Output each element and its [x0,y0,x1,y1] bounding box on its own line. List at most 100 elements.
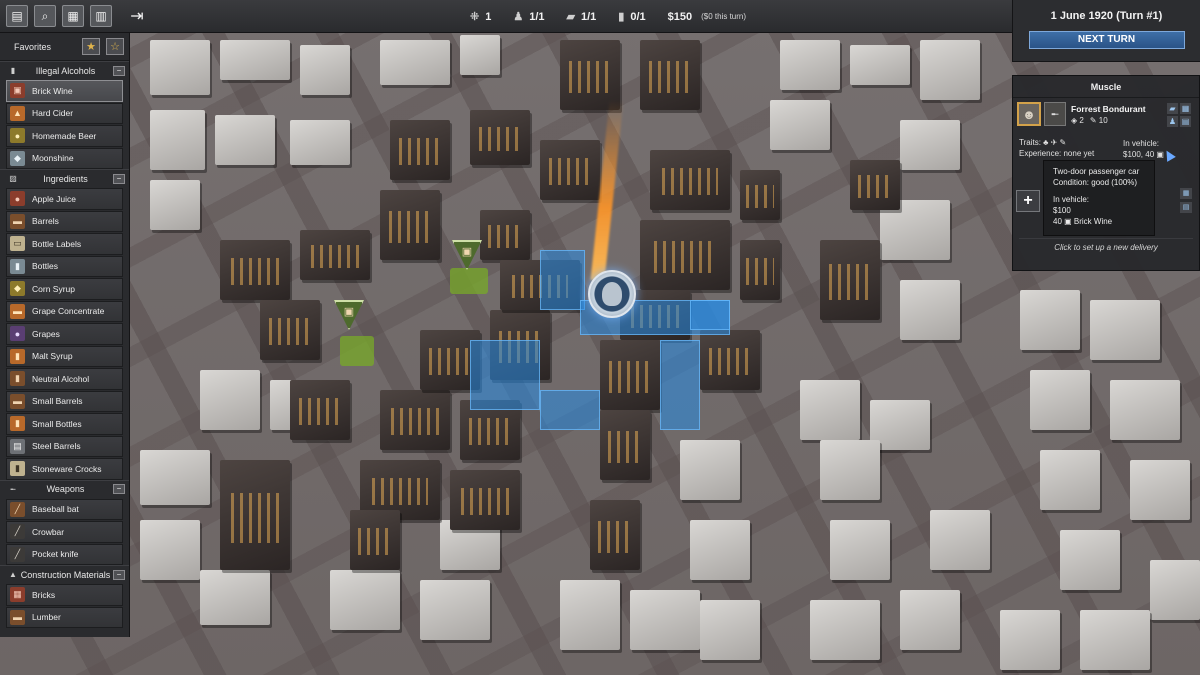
resource-stats: ⁜ 1 ♟ 1/1 ▰ 1/1 ▮ 0/1 $150 ($0 this turn… [470,0,746,33]
character-portrait-icon[interactable]: ☻ [1017,102,1041,126]
sidebar-item[interactable]: ◆ Moonshine [6,147,123,169]
tooltip-cash: $100 [1053,206,1071,215]
category-header[interactable]: ╾ Weapons − [0,479,129,498]
sidebar-item-label: Pocket knife [32,549,79,560]
sidebar-item-label: Brick Wine [32,85,73,96]
car-icon: ▰ [566,11,575,23]
item-thumbnail-icon: ◆ [10,150,25,166]
muscle-icon: ♟ [513,11,524,23]
person-icon[interactable]: ♟ [1167,116,1178,127]
exit-icon[interactable]: ⇥ [126,5,148,27]
map-search-icon[interactable]: ⌕ [34,5,56,27]
ingredients-icon: ▨ [9,174,17,183]
sidebar-item[interactable]: ▤ Steel Barrels [6,435,123,457]
sidebar-item[interactable]: ▮ Stoneware Crocks [6,458,123,480]
trucks-stat: ▮ 0/1 [618,10,645,24]
construction-icon: ▲ [9,570,17,579]
vehicle-condition: Condition: good (100%) [1053,178,1138,187]
item-thumbnail-icon: ● [10,191,25,207]
item-thumbnail-icon: ▮ [10,258,25,274]
category-label: Construction Materials [20,569,111,580]
sidebar-item-label: Bricks [32,589,56,600]
category-header[interactable]: ▨ Ingredients − [0,169,129,187]
date-turn-label: 1 June 1920 (Turn #1) [1050,10,1163,22]
turn-panel: 1 June 1920 (Turn #1) NEXT TURN [1012,0,1200,62]
sidebar-item[interactable]: ▲ Hard Cider [6,102,123,124]
item-thumbnail-icon: ● [10,326,25,342]
collapse-button[interactable]: − [113,484,125,494]
sidebar-item[interactable]: ▮ Malt Syrup [6,345,123,367]
category-header[interactable]: ▮ Illegal Alcohols − [0,61,129,79]
vehicles-value: 1/1 [580,10,597,23]
vehicle-tooltip: Two-door passenger car Condition: good (… [1043,160,1155,236]
item-thumbnail-icon: ▤ [10,438,25,454]
muscle-traits: Traits: ♣ ✈ ✎ [1019,138,1067,147]
sidebar-item-label: Grapes [32,328,60,339]
weapon-slot-icon[interactable]: ╾ [1044,102,1066,126]
item-thumbnail-icon: ▮ [10,461,25,477]
item-thumbnail-icon: ▬ [10,609,25,625]
sidebar-item[interactable]: ▮ Neutral Alcohol [6,368,123,390]
sidebar-item-label: Bottle Labels [32,238,82,249]
sidebar-item-label: Apple Juice [32,193,76,204]
muscle-name: Forrest Bondurant [1071,104,1146,114]
item-thumbnail-icon: ╱ [10,501,25,517]
new-delivery-link[interactable]: Click to set up a new delivery [1013,243,1199,252]
next-turn-button[interactable]: NEXT TURN [1028,31,1185,49]
sidebar-item-label: Hard Cider [32,108,74,119]
vehicle-value: $100, 40 [1123,150,1155,159]
car-icon[interactable]: ▰ [1167,103,1178,114]
muscle-action-icons: ▰ ▦ ♟ ▤ [1167,103,1195,127]
category-label: Weapons [46,484,85,494]
sidebar-item-label: Stoneware Crocks [32,463,102,474]
add-muscle-button[interactable]: + [1016,190,1040,212]
sidebar-item[interactable]: ▬ Lumber [6,606,123,628]
stash-marker-icon[interactable]: ▣ [452,240,482,270]
folder-icon[interactable]: ▤ [1180,202,1192,213]
sidebar-item[interactable]: ▬ Small Barrels [6,390,123,412]
items-sidebar: Favorites ★ ☆ ▮ Illegal Alcohols − ▣ Brick W… [0,33,130,637]
truck-icon: ▮ [618,11,625,23]
sidebar-item[interactable]: ◆ Corn Syrup [6,278,123,300]
tooltip-in-vehicle: In vehicle: [1053,195,1090,204]
vehicles-stat: ▰ 1/1 [566,10,597,24]
sidebar-item[interactable]: ▬ Barrels [6,210,123,232]
sidebar-item[interactable]: ● Apple Juice [6,188,123,210]
character-pin-icon[interactable] [588,270,636,318]
sidebar-item[interactable]: ▮ Bottles [6,255,123,277]
folder-icon[interactable]: ▤ [1180,116,1191,127]
item-thumbnail-icon: ╱ [10,524,25,540]
map-icon[interactable]: ▦ [1180,188,1192,199]
sidebar-item[interactable]: ▭ Bottle Labels [6,233,123,255]
sidebar-item[interactable]: ╱ Pocket knife [6,543,123,565]
sidebar-item[interactable]: ▣ Brick Wine [6,80,123,102]
item-thumbnail-icon: ▮ [10,416,25,432]
sidebar-item[interactable]: ╱ Crowbar [6,521,123,543]
sidebar-item[interactable]: ▬ Grape Concentrate [6,300,123,322]
muscle-value: 1/1 [529,10,545,23]
collapse-button[interactable]: − [113,65,125,76]
collapse-button[interactable]: − [113,569,125,580]
sidebar-item[interactable]: ▦ Bricks [6,584,123,606]
sidebar-item-label: Small Barrels [32,396,83,407]
category-header[interactable]: ▲ Construction Materials − [0,565,129,583]
star-outline-icon[interactable]: ☆ [106,38,124,55]
stash-marker-icon[interactable]: ▣ [334,300,364,330]
sidebar-item[interactable]: ● Grapes [6,323,123,345]
calendar-icon[interactable]: ▥ [90,5,112,27]
document-icon[interactable]: ▦ [62,5,84,27]
item-thumbnail-icon: ╱ [10,546,25,562]
muscle-stat: ♟ 1/1 [513,10,545,24]
sidebar-item[interactable]: ╱ Baseball bat [6,498,123,520]
money-stat: $150 ($0 this turn) [668,11,746,23]
ledger-icon[interactable]: ▤ [6,5,28,27]
item-thumbnail-icon: ▦ [10,587,25,603]
item-thumbnail-icon: ▭ [10,236,25,252]
map-icon[interactable]: ▦ [1180,103,1191,114]
collapse-button[interactable]: − [113,173,125,184]
star-filled-icon[interactable]: ★ [82,38,100,55]
sidebar-item[interactable]: ▮ Small Bottles [6,413,123,435]
category-label: Ingredients [43,173,88,184]
money-turn-note: ($0 this turn) [701,12,747,21]
sidebar-item[interactable]: ● Homemade Beer [6,125,123,147]
